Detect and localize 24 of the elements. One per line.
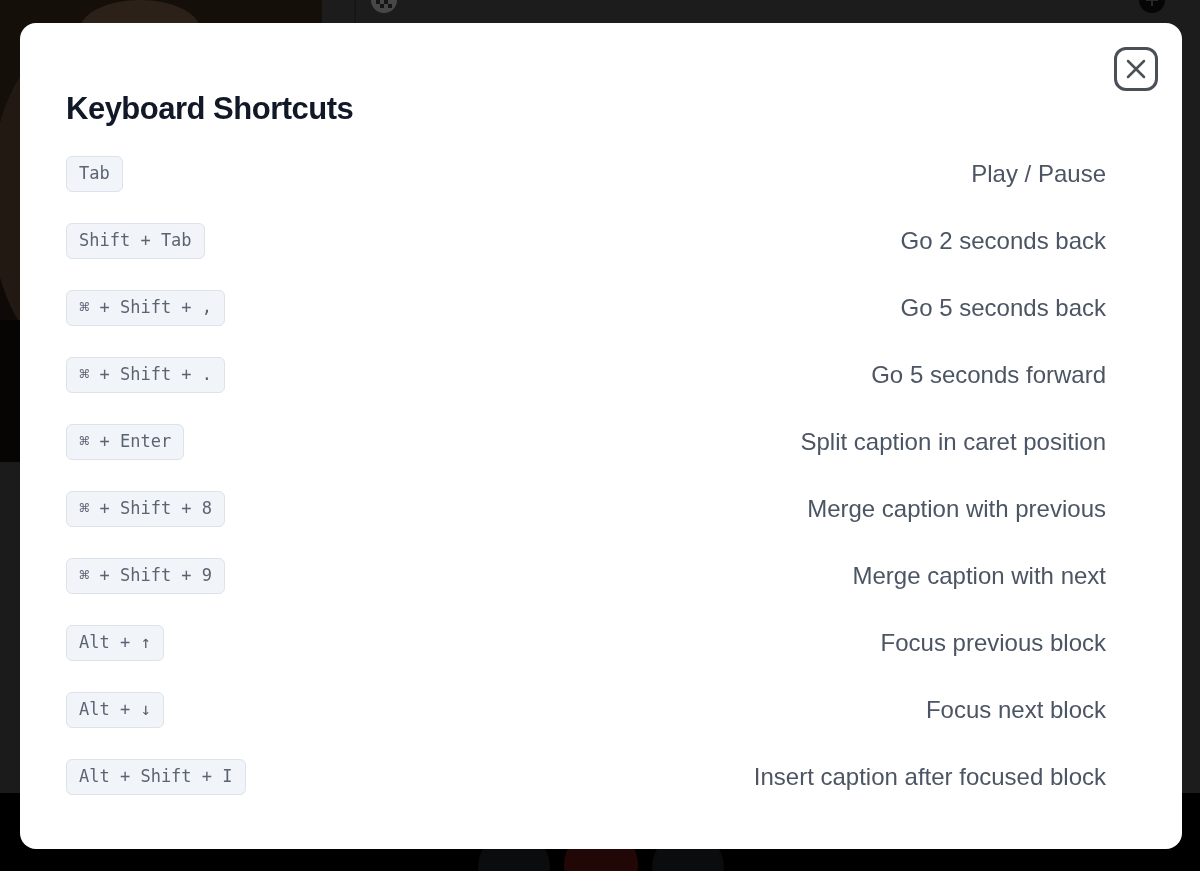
shortcut-key: Alt + ↑ — [66, 624, 164, 661]
shortcut-key: ⌘ + Shift + . — [66, 356, 226, 393]
dialog-title: Keyboard Shortcuts — [66, 90, 355, 128]
shortcut-key: Alt + ↓ — [66, 691, 164, 728]
shortcut-description: Go 5 seconds forward — [871, 359, 1106, 390]
shortcut-key: ⌘ + Shift + 9 — [66, 557, 226, 594]
shortcut-description: Merge caption with next — [852, 560, 1106, 591]
shortcut-description: Play / Pause — [971, 158, 1106, 189]
shortcut-description: Insert caption after focused block — [753, 761, 1106, 792]
close-button[interactable] — [1114, 47, 1158, 91]
shortcut-key: ⌘ + Shift + , — [66, 289, 226, 326]
shortcut-description: Focus next block — [925, 694, 1106, 725]
shortcut-description: Split caption in caret position — [800, 426, 1106, 457]
shortcut-key: Tab — [66, 155, 123, 192]
shortcut-description: Focus previous block — [880, 627, 1106, 658]
checkerboard-icon[interactable] — [370, 0, 398, 14]
shortcut-description: Merge caption with previous — [807, 493, 1106, 524]
close-icon — [1125, 58, 1147, 80]
shortcut-description: Go 2 seconds back — [900, 225, 1106, 256]
shortcut-key: Alt + Shift + I — [66, 758, 246, 795]
shortcut-key: ⌘ + Enter — [66, 423, 185, 460]
shortcut-description: Go 5 seconds back — [900, 292, 1106, 323]
shortcut-key: Shift + Tab — [66, 222, 205, 259]
shortcut-key: ⌘ + Shift + 8 — [66, 490, 226, 527]
